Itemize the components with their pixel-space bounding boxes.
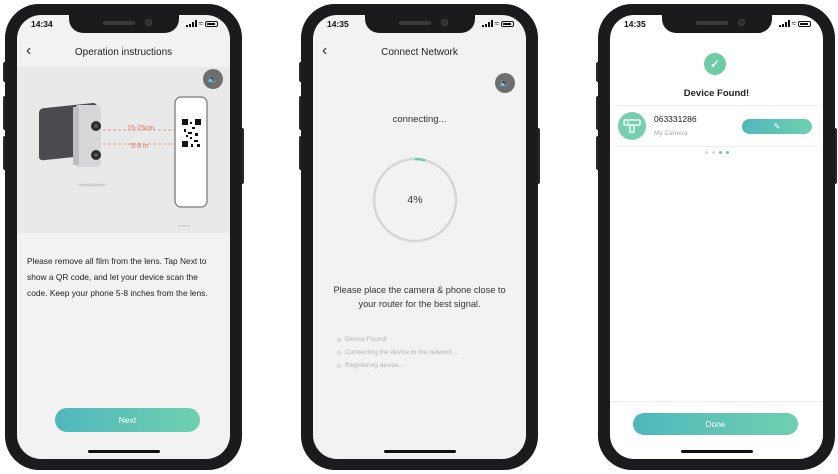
- screen: 14:34 ≈ ‹ Operation instructions 15-25cm…: [17, 15, 230, 459]
- connecting-status: connecting...: [392, 114, 447, 125]
- step-item: Connecting the device to the network...: [337, 346, 457, 359]
- step-label: Connecting the device to the network...: [345, 349, 458, 356]
- nav-bar: ‹ Connect Network: [313, 37, 526, 67]
- camera-icon: [618, 112, 646, 140]
- edit-name-button[interactable]: ✎: [742, 119, 812, 134]
- step-item: Device Found!: [337, 333, 457, 346]
- status-icons: ≈: [481, 19, 514, 28]
- signal-icon: [481, 20, 493, 27]
- battery-icon: [205, 20, 218, 27]
- page-dot: [704, 151, 708, 154]
- wifi-icon: ≈: [494, 19, 499, 28]
- wifi-icon: ≈: [198, 19, 203, 28]
- screen: 14:35 ≈ ✓ Device Found! 063331286 My Cam…: [610, 15, 823, 459]
- check-icon: ✓: [704, 53, 726, 75]
- next-button[interactable]: Next: [55, 408, 200, 432]
- done-button[interactable]: Done: [633, 413, 798, 435]
- placement-instruction: Please place the camera & phone close to…: [333, 285, 506, 309]
- signal-icon: [185, 20, 197, 27]
- status-time: 14:35: [624, 19, 646, 29]
- page-title: Device Found!: [683, 88, 750, 99]
- phone-device-found: 14:35 ≈ ✓ Device Found! 063331286 My Cam…: [596, 4, 837, 470]
- page-title: Connect Network: [381, 47, 458, 58]
- instruction-text: Please remove all film from the lens. Ta…: [27, 256, 208, 298]
- device-id: 063331286: [654, 114, 697, 124]
- camera-phone-illustration: [39, 96, 208, 227]
- screen: 14:35 ≈ ‹ Connect Network 🔈 connecting..…: [313, 15, 526, 459]
- pagination-dots: [610, 151, 823, 154]
- notch: [661, 15, 772, 33]
- setup-illustration: 15-25cm 5-8 in 🔈: [17, 67, 230, 233]
- step-list: Device Found! Connecting the device to t…: [337, 333, 457, 372]
- phone-operation-instructions: 14:34 ≈ ‹ Operation instructions 15-25cm…: [3, 4, 244, 470]
- page-title: Operation instructions: [74, 47, 173, 58]
- step-item: Registering device...: [337, 359, 457, 372]
- status-icons: ≈: [778, 19, 811, 28]
- step-label: Registering device...: [345, 362, 404, 369]
- speaker-icon[interactable]: 🔈: [495, 73, 515, 93]
- home-indicator: [383, 450, 456, 453]
- status-time: 14:34: [31, 19, 53, 29]
- nav-bar: ‹ Operation instructions: [17, 37, 230, 67]
- page-dot: [711, 151, 715, 154]
- progress-percent: 4%: [407, 194, 423, 206]
- distance-in-label: 5-8 in: [131, 143, 149, 150]
- pencil-icon: ✎: [773, 122, 781, 131]
- signal-icon: [778, 20, 790, 27]
- page-dot: [718, 151, 722, 154]
- phone-connect-network: 14:35 ≈ ‹ Connect Network 🔈 connecting..…: [299, 4, 540, 470]
- device-card[interactable]: 063331286 My Camera ✎: [614, 105, 819, 147]
- wifi-icon: ≈: [791, 19, 796, 28]
- step-label: Device Found!: [345, 336, 387, 343]
- speaker-icon[interactable]: 🔈: [203, 69, 223, 89]
- status-time: 14:35: [327, 19, 349, 29]
- home-indicator: [680, 450, 753, 453]
- status-icons: ≈: [185, 19, 218, 28]
- battery-icon: [798, 20, 811, 27]
- divider: [610, 401, 823, 402]
- distance-cm-label: 15-25cm: [127, 125, 155, 132]
- page-dot: [725, 151, 729, 154]
- battery-icon: [501, 20, 514, 27]
- notch: [68, 15, 179, 33]
- device-name: My Camera: [654, 130, 688, 137]
- home-indicator: [87, 450, 160, 453]
- notch: [364, 15, 475, 33]
